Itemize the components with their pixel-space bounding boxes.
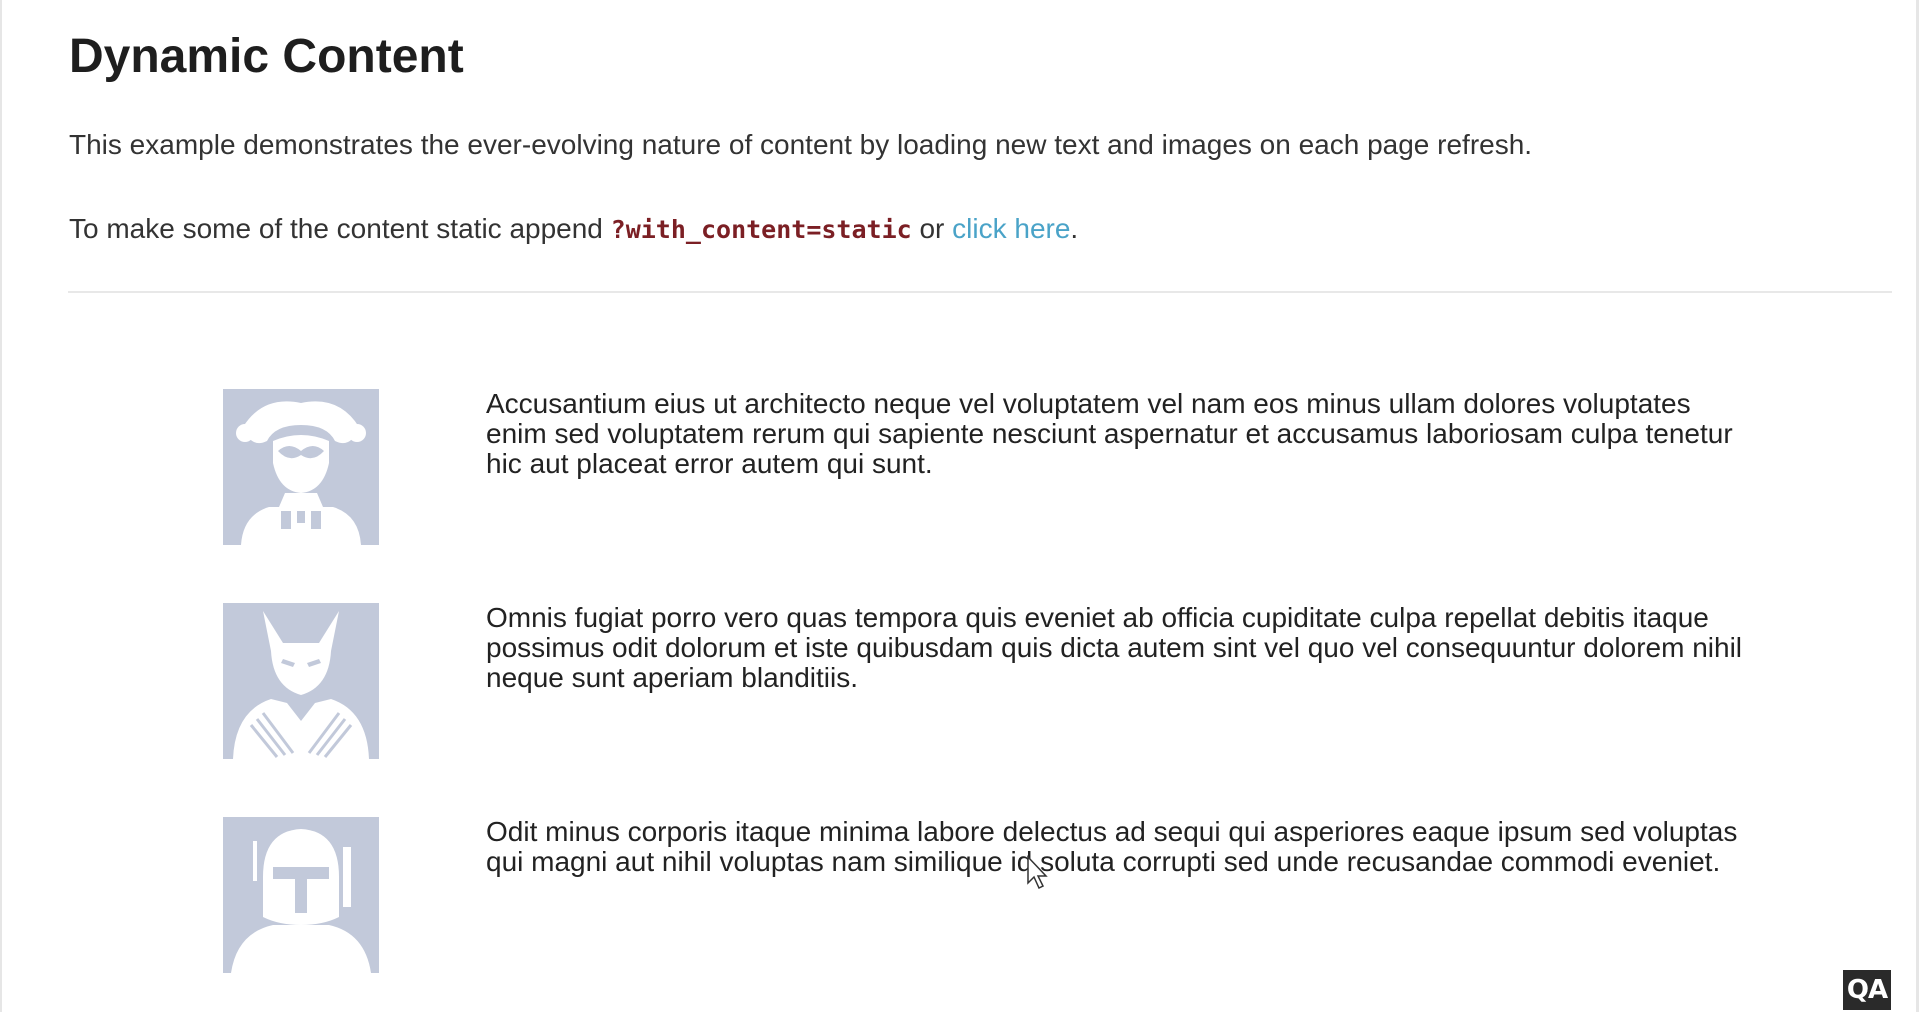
click-here-link[interactable]: click here [952, 213, 1070, 244]
divider [68, 291, 1892, 293]
avatar-image [223, 603, 379, 759]
avatar-image [223, 817, 379, 973]
helmet-avatar-icon [223, 817, 379, 973]
row-text: Omnis fugiat porro vero quas tempora qui… [486, 602, 1743, 693]
avatar-image [223, 389, 379, 545]
static-instructions-prefix: To make some of the content static appen… [69, 213, 611, 244]
row-text: Odit minus corporis itaque minima labore… [486, 816, 1738, 877]
static-instructions-suffix: . [1070, 213, 1079, 244]
qa-logo: QA [1843, 970, 1891, 1010]
mouse-cursor-icon [1027, 855, 1048, 890]
content-row: Omnis fugiat porro vero quas tempora qui… [0, 603, 1919, 763]
static-instructions-or: or [911, 213, 953, 244]
static-query-param: ?with_content=static [610, 215, 912, 244]
static-instructions: To make some of the content static appen… [69, 211, 1078, 248]
clawed-hero-avatar-icon [223, 603, 379, 759]
jester-avatar-icon [223, 389, 379, 545]
content-row: Accusantium eius ut architecto neque vel… [0, 389, 1919, 549]
page-title: Dynamic Content [69, 30, 464, 83]
page-description: This example demonstrates the ever-evolv… [69, 129, 1533, 160]
content-row: Odit minus corporis itaque minima labore… [0, 817, 1919, 977]
row-text: Accusantium eius ut architecto neque vel… [486, 388, 1733, 479]
